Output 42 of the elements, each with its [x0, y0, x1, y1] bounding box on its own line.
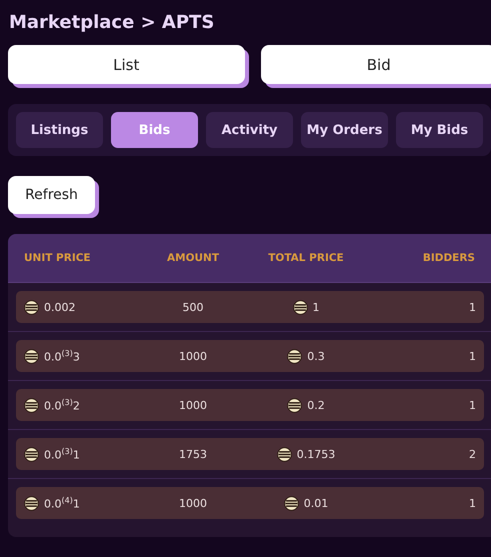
bidders-count: 1: [469, 300, 476, 314]
bidders-count: 1: [469, 496, 476, 510]
coin-icon: [287, 398, 302, 412]
coin-icon: [284, 496, 299, 510]
amount: 1753: [179, 448, 207, 460]
coin-icon: [24, 300, 39, 314]
coin-icon: [292, 300, 308, 314]
column-header: BIDDERS: [422, 252, 475, 264]
action-button[interactable]: Bid: [260, 45, 491, 84]
refresh-button[interactable]: Refresh: [8, 176, 95, 214]
total-price: 0.3: [307, 350, 325, 362]
amount: 1000: [179, 398, 207, 412]
amount: 500: [182, 300, 204, 314]
unit-price: 0.0$^{(4)}$1: [44, 496, 80, 510]
column-header: UNIT PRICE: [24, 252, 92, 264]
coin-icon: [24, 348, 39, 364]
unit-price: 0.0$^{(3)}$3: [44, 348, 80, 364]
tab[interactable]: My Bids: [396, 112, 483, 148]
bidders-count: 2: [469, 448, 476, 460]
unit-price: 0.0$^{(3)}$2: [44, 398, 80, 412]
coin-icon: [24, 398, 39, 412]
coin-icon: [24, 446, 39, 462]
bidders-count: 1: [469, 398, 476, 412]
amount: 1000: [179, 496, 207, 510]
total-price: 0.2: [307, 398, 325, 412]
column-header: TOTAL PRICE: [267, 252, 345, 264]
breadcrumb-title: Marketplace > APTS: [9, 12, 216, 33]
column-header: AMOUNT: [166, 252, 220, 264]
total-price: 0.01: [304, 496, 328, 510]
total-price: 0.1753: [296, 448, 336, 460]
tab[interactable]: Listings: [16, 112, 103, 148]
amount: 1000: [179, 350, 207, 362]
unit-price: 0.0$^{(3)}$1: [44, 446, 80, 462]
action-button[interactable]: List: [8, 45, 244, 84]
tab[interactable]: Activity: [206, 112, 293, 148]
tab[interactable]: My Orders: [301, 112, 388, 148]
unit-price: 0.002: [44, 300, 76, 314]
total-price: 1: [312, 300, 320, 314]
bidders-count: 1: [469, 350, 476, 362]
coin-icon: [24, 496, 39, 510]
coin-icon: [287, 348, 302, 364]
coin-icon: [276, 446, 292, 462]
